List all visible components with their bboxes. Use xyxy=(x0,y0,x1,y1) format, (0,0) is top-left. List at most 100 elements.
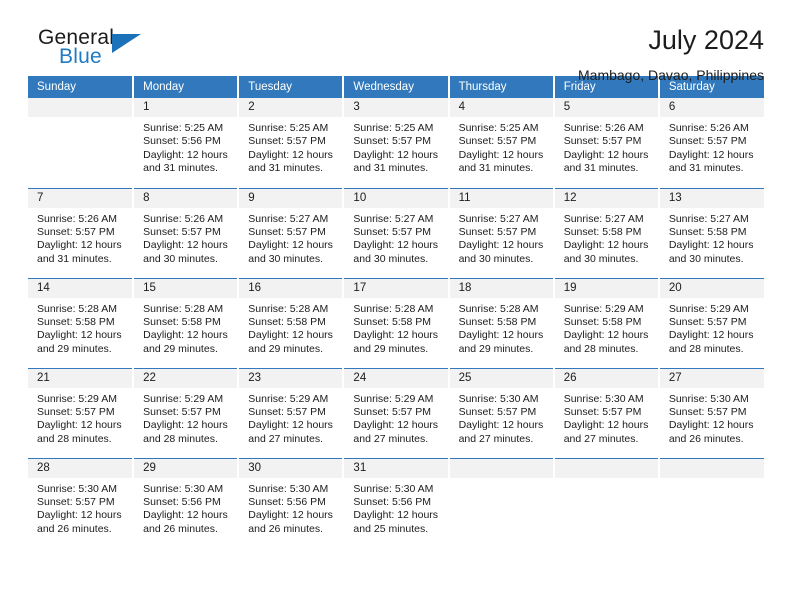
day-number xyxy=(28,98,133,117)
sunset-text: Sunset: 5:57 PM xyxy=(563,135,642,148)
sunrise-text: Sunrise: 5:30 AM xyxy=(353,482,434,495)
daylight-text-line1: Daylight: 12 hours xyxy=(143,419,228,432)
calendar-day-cell[interactable]: 17 Sunrise: 5:28 AM Sunset: 5:58 PM Dayligh… xyxy=(343,277,450,368)
calendar-day-cell[interactable]: 7 Sunrise: 5:26 AM Sunset: 5:57 PM Daylight… xyxy=(28,187,135,278)
sunset-text: Sunset: 5:57 PM xyxy=(248,225,326,238)
calendar-day-cell[interactable]: 27 Sunrise: 5:30 AM Sunset: 5:57 PM Dayligh… xyxy=(658,367,764,458)
sunset-text: Sunset: 5:57 PM xyxy=(143,405,221,418)
calendar-day-cell[interactable]: 3 Sunrise: 5:25 AM Sunset: 5:57 PM Daylight… xyxy=(343,98,450,188)
calendar-day-cell[interactable]: 1 Sunrise: 5:25 AM Sunset: 5:56 PM Daylight… xyxy=(133,98,240,188)
daylight-text-line2: and 28 minutes. xyxy=(143,432,218,445)
calendar-day-cell[interactable]: 23 Sunrise: 5:29 AM Sunset: 5:57 PM Dayligh… xyxy=(238,367,345,458)
sunset-text: Sunset: 5:58 PM xyxy=(563,315,642,328)
daylight-text-line2: and 29 minutes. xyxy=(143,342,218,355)
day-sun-info: Sunrise: 5:29 AM Sunset: 5:57 PM Daylight:… xyxy=(239,388,342,447)
calendar-day-cell[interactable]: 9 Sunrise: 5:27 AM Sunset: 5:57 PM Daylight… xyxy=(238,187,345,278)
calendar-day-cell[interactable]: 4 Sunrise: 5:25 AM Sunset: 5:57 PM Daylight… xyxy=(448,98,555,188)
daylight-text-line2: and 30 minutes. xyxy=(668,252,744,265)
day-cell-inner xyxy=(449,458,553,547)
calendar-day-cell[interactable]: 12 Sunrise: 5:27 AM Sunset: 5:58 PM Dayligh… xyxy=(553,187,660,278)
calendar-day-cell[interactable]: 29 Sunrise: 5:30 AM Sunset: 5:56 PM Dayligh… xyxy=(133,457,240,548)
day-number: 20 xyxy=(659,278,764,298)
day-cell-inner: 6 Sunrise: 5:26 AM Sunset: 5:57 PM Daylight… xyxy=(659,98,764,186)
triangle-icon xyxy=(112,34,141,53)
daylight-text-line2: and 25 minutes. xyxy=(353,522,429,535)
sunset-text: Sunset: 5:58 PM xyxy=(143,315,221,328)
day-cell-inner: 28 Sunrise: 5:30 AM Sunset: 5:57 PM Dayligh… xyxy=(28,458,133,547)
day-sun-info: Sunrise: 5:25 AM Sunset: 5:57 PM Daylight:… xyxy=(239,117,342,176)
day-sun-info: Sunrise: 5:30 AM Sunset: 5:57 PM Daylight:… xyxy=(555,388,658,447)
daylight-text-line1: Daylight: 12 hours xyxy=(37,419,122,432)
calendar-week-row: 28 Sunrise: 5:30 AM Sunset: 5:57 PM Dayligh… xyxy=(28,457,764,548)
calendar-day-cell[interactable]: 24 Sunrise: 5:29 AM Sunset: 5:57 PM Dayligh… xyxy=(343,367,450,458)
calendar-day-cell[interactable]: 22 Sunrise: 5:29 AM Sunset: 5:57 PM Dayligh… xyxy=(133,367,240,458)
day-number: 4 xyxy=(449,98,553,117)
calendar-day-cell[interactable]: 16 Sunrise: 5:28 AM Sunset: 5:58 PM Dayligh… xyxy=(238,277,345,368)
daylight-text-line1: Daylight: 12 hours xyxy=(248,239,333,252)
sunset-text: Sunset: 5:57 PM xyxy=(353,225,432,238)
day-number: 1 xyxy=(134,98,238,117)
sunrise-text: Sunrise: 5:29 AM xyxy=(37,392,117,405)
sunrise-text: Sunrise: 5:29 AM xyxy=(248,392,329,405)
calendar-day-cell[interactable]: 25 Sunrise: 5:30 AM Sunset: 5:57 PM Dayligh… xyxy=(448,367,555,458)
calendar-day-cell[interactable]: 20 Sunrise: 5:29 AM Sunset: 5:57 PM Dayligh… xyxy=(658,277,764,368)
day-sun-info: Sunrise: 5:25 AM Sunset: 5:57 PM Daylight:… xyxy=(344,117,447,176)
calendar-day-cell[interactable]: 19 Sunrise: 5:29 AM Sunset: 5:58 PM Dayligh… xyxy=(553,277,660,368)
day-number: 6 xyxy=(659,98,764,117)
day-sun-info: Sunrise: 5:26 AM Sunset: 5:57 PM Daylight:… xyxy=(134,208,237,267)
daylight-text-line2: and 31 minutes. xyxy=(563,162,639,175)
calendar-day-cell[interactable]: 2 Sunrise: 5:25 AM Sunset: 5:57 PM Daylight… xyxy=(238,98,345,188)
calendar-day-cell[interactable]: 15 Sunrise: 5:28 AM Sunset: 5:58 PM Dayligh… xyxy=(133,277,240,368)
daylight-text-line2: and 30 minutes. xyxy=(458,252,534,265)
calendar-day-cell[interactable]: 10 Sunrise: 5:27 AM Sunset: 5:57 PM Dayligh… xyxy=(343,187,450,278)
day-cell-inner: 21 Sunrise: 5:29 AM Sunset: 5:57 PM Dayligh… xyxy=(28,368,133,457)
calendar-day-cell[interactable]: 14 Sunrise: 5:28 AM Sunset: 5:58 PM Dayligh… xyxy=(28,277,135,368)
daylight-text-line2: and 26 minutes. xyxy=(668,432,744,445)
day-cell-inner: 27 Sunrise: 5:30 AM Sunset: 5:57 PM Dayligh… xyxy=(659,368,764,457)
day-cell-inner xyxy=(659,458,764,547)
day-number: 5 xyxy=(554,98,658,117)
daylight-text-line1: Daylight: 12 hours xyxy=(353,239,439,252)
calendar-day-cell[interactable]: 21 Sunrise: 5:29 AM Sunset: 5:57 PM Dayligh… xyxy=(28,367,135,458)
day-sun-info: Sunrise: 5:30 AM Sunset: 5:56 PM Daylight:… xyxy=(344,478,447,537)
daylight-text-line2: and 26 minutes. xyxy=(37,522,112,535)
daylight-text-line2: and 27 minutes. xyxy=(563,432,639,445)
calendar-day-cell[interactable]: 30 Sunrise: 5:30 AM Sunset: 5:56 PM Dayligh… xyxy=(238,457,345,548)
day-number: 3 xyxy=(344,98,448,117)
calendar-day-cell[interactable]: 6 Sunrise: 5:26 AM Sunset: 5:57 PM Daylight… xyxy=(658,98,764,188)
sunset-text: Sunset: 5:57 PM xyxy=(668,405,747,418)
day-cell-inner: 24 Sunrise: 5:29 AM Sunset: 5:57 PM Dayligh… xyxy=(344,368,448,457)
day-number: 14 xyxy=(28,278,133,298)
day-sun-info: Sunrise: 5:30 AM Sunset: 5:57 PM Daylight:… xyxy=(28,478,132,537)
calendar-day-cell[interactable]: 26 Sunrise: 5:30 AM Sunset: 5:57 PM Dayligh… xyxy=(553,367,660,458)
day-number: 9 xyxy=(239,188,343,208)
calendar-day-cell[interactable]: 28 Sunrise: 5:30 AM Sunset: 5:57 PM Dayligh… xyxy=(28,457,135,548)
calendar-day-cell[interactable]: 5 Sunrise: 5:26 AM Sunset: 5:57 PM Daylight… xyxy=(553,98,660,188)
sunset-text: Sunset: 5:58 PM xyxy=(563,225,642,238)
calendar-day-cell[interactable]: 31 Sunrise: 5:30 AM Sunset: 5:56 PM Dayligh… xyxy=(343,457,450,548)
sunrise-text: Sunrise: 5:25 AM xyxy=(248,122,329,134)
calendar-day-cell[interactable]: 8 Sunrise: 5:26 AM Sunset: 5:57 PM Daylight… xyxy=(133,187,240,278)
daylight-text-line1: Daylight: 12 hours xyxy=(248,419,333,432)
daylight-text-line2: and 27 minutes. xyxy=(353,432,429,445)
day-cell-inner: 30 Sunrise: 5:30 AM Sunset: 5:56 PM Dayligh… xyxy=(239,458,343,547)
day-cell-inner: 7 Sunrise: 5:26 AM Sunset: 5:57 PM Daylight… xyxy=(28,188,133,277)
calendar-day-cell[interactable]: 11 Sunrise: 5:27 AM Sunset: 5:57 PM Dayligh… xyxy=(448,187,555,278)
calendar-day-cell[interactable]: 18 Sunrise: 5:28 AM Sunset: 5:58 PM Dayligh… xyxy=(448,277,555,368)
day-sun-info: Sunrise: 5:27 AM Sunset: 5:57 PM Daylight:… xyxy=(450,208,553,267)
sunrise-text: Sunrise: 5:28 AM xyxy=(37,302,117,315)
sunrise-text: Sunrise: 5:28 AM xyxy=(248,302,329,315)
calendar-day-cell[interactable]: 13 Sunrise: 5:27 AM Sunset: 5:58 PM Dayligh… xyxy=(658,187,764,278)
day-cell-inner: 26 Sunrise: 5:30 AM Sunset: 5:57 PM Dayligh… xyxy=(554,368,658,457)
brand-logo[interactable]: General Blue xyxy=(28,26,178,78)
sunrise-text: Sunrise: 5:29 AM xyxy=(563,302,644,315)
day-cell-inner: 31 Sunrise: 5:30 AM Sunset: 5:56 PM Dayligh… xyxy=(344,458,448,547)
daylight-text-line1: Daylight: 12 hours xyxy=(563,148,649,161)
day-number: 19 xyxy=(554,278,658,298)
daylight-text-line2: and 29 minutes. xyxy=(248,342,323,355)
sunrise-text: Sunrise: 5:27 AM xyxy=(458,212,539,225)
calendar-body: 1 Sunrise: 5:25 AM Sunset: 5:56 PM Daylight… xyxy=(28,98,764,548)
day-cell-inner: 22 Sunrise: 5:29 AM Sunset: 5:57 PM Dayligh… xyxy=(134,368,238,457)
daylight-text-line1: Daylight: 12 hours xyxy=(143,509,228,522)
daylight-text-line1: Daylight: 12 hours xyxy=(668,239,754,252)
